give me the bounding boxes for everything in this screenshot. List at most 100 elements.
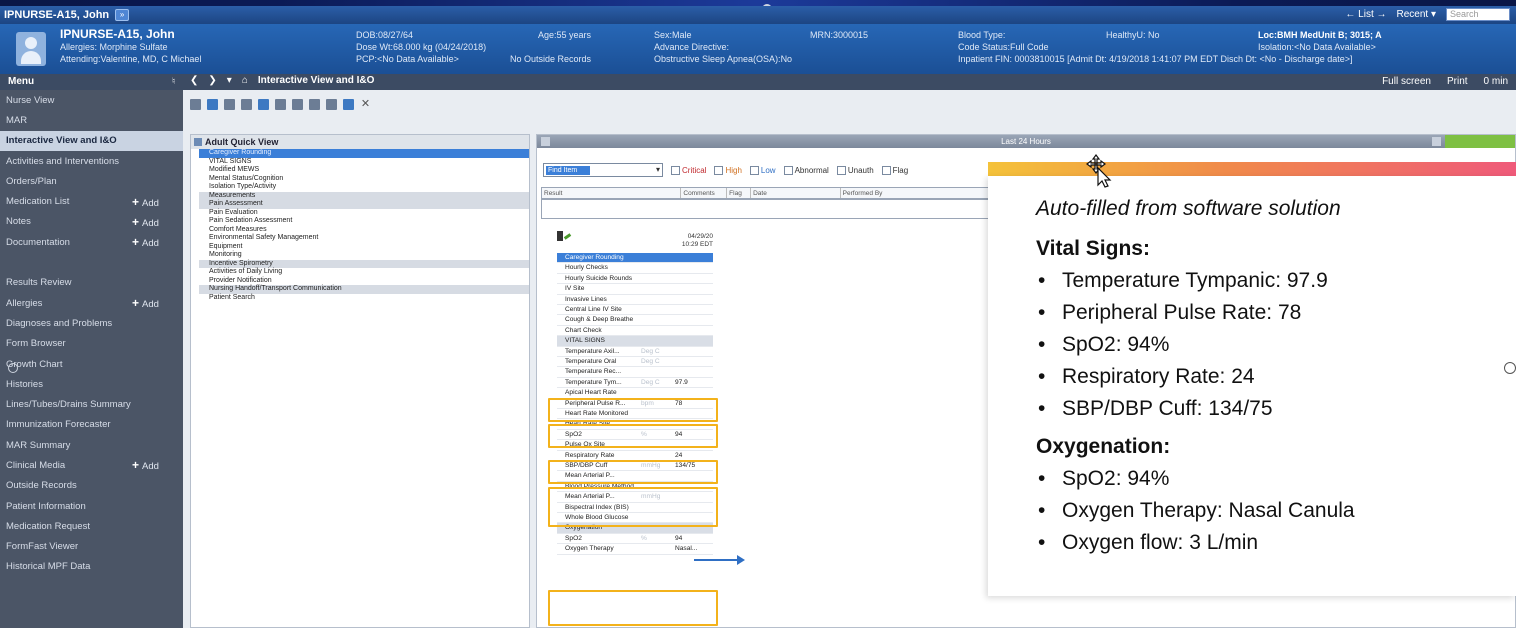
quick-view-item[interactable]: Caregiver Rounding: [199, 149, 529, 158]
filter-checkbox[interactable]: Critical: [671, 165, 706, 175]
quick-view-item[interactable]: Mental Status/Cognition: [199, 175, 529, 184]
result-column-header[interactable]: Performed By: [841, 188, 990, 198]
quick-view-item[interactable]: Measurements: [199, 191, 529, 200]
filter-checkbox[interactable]: Unauth: [836, 165, 874, 175]
flowsheet-row[interactable]: VITAL SIGNS: [557, 336, 713, 347]
sidebar-item[interactable]: Results Review: [0, 273, 183, 293]
toolbar-columns-icon[interactable]: [326, 98, 337, 110]
quick-view-item[interactable]: Monitoring: [199, 251, 529, 260]
time-range-label[interactable]: Last 24 Hours: [1001, 137, 1051, 146]
quick-view-item[interactable]: Equipment: [199, 243, 529, 252]
full-screen-button[interactable]: Full screen: [1382, 76, 1431, 87]
flowsheet-row-value[interactable]: Nasal...: [675, 544, 697, 554]
sidebar-item[interactable]: Documentation + Add: [0, 232, 183, 252]
flowsheet-row[interactable]: Oxygen Therapy Nasal...: [557, 544, 713, 555]
chevron-down-icon[interactable]: ▾: [656, 165, 660, 174]
sidebar-item[interactable]: Nurse View: [0, 90, 183, 110]
patient-name[interactable]: IPNURSE-A15, John: [60, 27, 175, 41]
quick-view-item[interactable]: Comfort Measures: [199, 226, 529, 235]
quick-view-item[interactable]: Provider Notification: [199, 277, 529, 286]
sidebar-item[interactable]: Historical MPF Data: [0, 557, 183, 577]
add-button[interactable]: + Add: [132, 195, 159, 209]
add-button[interactable]: + Add: [132, 215, 159, 229]
result-column-header[interactable]: Date: [751, 188, 841, 198]
list-nav[interactable]: ← List →: [1345, 9, 1386, 20]
sidebar-item[interactable]: Notes + Add: [0, 212, 183, 232]
result-column-header[interactable]: Comments: [681, 188, 728, 198]
toolbar-signature-icon[interactable]: [241, 98, 252, 110]
flowsheet-row-value[interactable]: 94: [675, 534, 682, 544]
print-button[interactable]: Print: [1447, 76, 1468, 87]
recent-menu[interactable]: Recent ▾: [1397, 9, 1436, 20]
collapse-left-icon[interactable]: [541, 137, 550, 146]
slider-knob-right[interactable]: [1504, 362, 1516, 374]
sidebar-item[interactable]: Allergies + Add: [0, 293, 183, 313]
quick-view-item[interactable]: Pain Sedation Assessment: [199, 217, 529, 226]
toolbar-grid-icon[interactable]: [207, 98, 218, 110]
sidebar-item[interactable]: FormFast Viewer: [0, 537, 183, 557]
flowsheet-row[interactable]: Hourly Suicide Rounds: [557, 274, 713, 285]
flowsheet-row[interactable]: Central Line IV Site: [557, 305, 713, 316]
quick-view-item[interactable]: Pain Assessment: [199, 200, 529, 209]
quick-view-item[interactable]: Patient Search: [199, 294, 529, 303]
flowsheet-row[interactable]: Temperature Oral Deg C: [557, 357, 713, 368]
sidebar-item[interactable]: Medication List + Add: [0, 191, 183, 211]
quick-view-item[interactable]: VITAL SIGNS: [199, 158, 529, 167]
sidebar-item[interactable]: Immunization Forecaster: [0, 415, 183, 435]
flowsheet-row[interactable]: Invasive Lines: [557, 295, 713, 305]
sidebar-item[interactable]: MAR: [0, 110, 183, 130]
search-input[interactable]: Search: [1446, 8, 1510, 21]
checkbox-icon[interactable]: [749, 165, 759, 175]
sidebar-item[interactable]: Interactive View and I&O: [0, 130, 183, 151]
checkbox-icon[interactable]: [783, 165, 793, 175]
flowsheet-row[interactable]: Temperature Axil... Deg C: [557, 347, 713, 357]
toolbar-chart-icon[interactable]: [224, 98, 235, 110]
quick-view-item[interactable]: Pain Evaluation: [199, 209, 529, 218]
toolbar-table-icon[interactable]: [309, 98, 320, 110]
sidebar-item[interactable]: Histories: [0, 374, 183, 394]
checkbox-icon[interactable]: [881, 165, 891, 175]
flowsheet-row[interactable]: Hourly Checks: [557, 263, 713, 274]
flowsheet-row[interactable]: Chart Check: [557, 326, 713, 337]
sidebar-item[interactable]: [0, 252, 183, 272]
checkbox-icon[interactable]: [836, 165, 846, 175]
add-button[interactable]: + Add: [132, 235, 159, 249]
quick-view-item[interactable]: Isolation Type/Activity: [199, 183, 529, 192]
toolbar-close-icon[interactable]: ✕: [360, 98, 371, 110]
refresh-button[interactable]: 0 min: [1484, 76, 1508, 87]
sidebar-item[interactable]: Activities and Interventions: [0, 151, 183, 171]
flowsheet-row[interactable]: Cough & Deep Breathe: [557, 315, 713, 326]
sidebar-item[interactable]: Lines/Tubes/Drains Summary: [0, 394, 183, 414]
toolbar-export-icon[interactable]: [343, 98, 354, 110]
flowsheet-row[interactable]: Temperature Rec...: [557, 367, 713, 378]
toolbar-document-icon[interactable]: [190, 98, 201, 110]
quick-view-item[interactable]: Incentive Spirometry: [199, 259, 529, 268]
forward-arrow-icon[interactable]: ❯: [208, 75, 216, 86]
flowsheet-row[interactable]: IV Site: [557, 284, 713, 295]
sidebar-item[interactable]: Form Browser: [0, 334, 183, 354]
flowsheet-row[interactable]: SpO2% 94: [557, 534, 713, 545]
filter-checkbox[interactable]: Low: [749, 165, 776, 175]
sidebar-item[interactable]: Medication Request: [0, 516, 183, 536]
filter-checkbox[interactable]: Flag: [881, 165, 908, 175]
checkbox-icon[interactable]: [714, 165, 724, 175]
filter-checkbox[interactable]: High: [714, 165, 742, 175]
pin-icon[interactable]: ♮: [172, 76, 175, 87]
sidebar-item[interactable]: Orders/Plan: [0, 171, 183, 191]
add-button[interactable]: + Add: [132, 458, 159, 472]
checkbox-icon[interactable]: [671, 165, 680, 175]
result-column-header[interactable]: Result: [542, 188, 682, 198]
sidebar-item[interactable]: Patient Information: [0, 496, 183, 516]
quick-view-item[interactable]: Activities of Daily Living: [199, 268, 529, 277]
sidebar-item[interactable]: Growth Chart: [0, 354, 183, 374]
quick-view-item[interactable]: Modified MEWS: [199, 166, 529, 175]
filter-checkbox[interactable]: Abnormal: [783, 165, 829, 175]
toolbar-list-icon[interactable]: [292, 98, 303, 110]
toolbar-check-icon[interactable]: [258, 98, 269, 110]
flowsheet-row[interactable]: Caregiver Rounding: [557, 253, 713, 264]
sidebar-item[interactable]: Clinical Media + Add: [0, 455, 183, 475]
quick-view-item[interactable]: Nursing Handoff/Transport Communication: [199, 285, 529, 294]
toolbar-view-icon[interactable]: [275, 98, 286, 110]
dropdown-icon[interactable]: ▾: [227, 75, 232, 86]
expand-button[interactable]: »: [115, 9, 130, 21]
